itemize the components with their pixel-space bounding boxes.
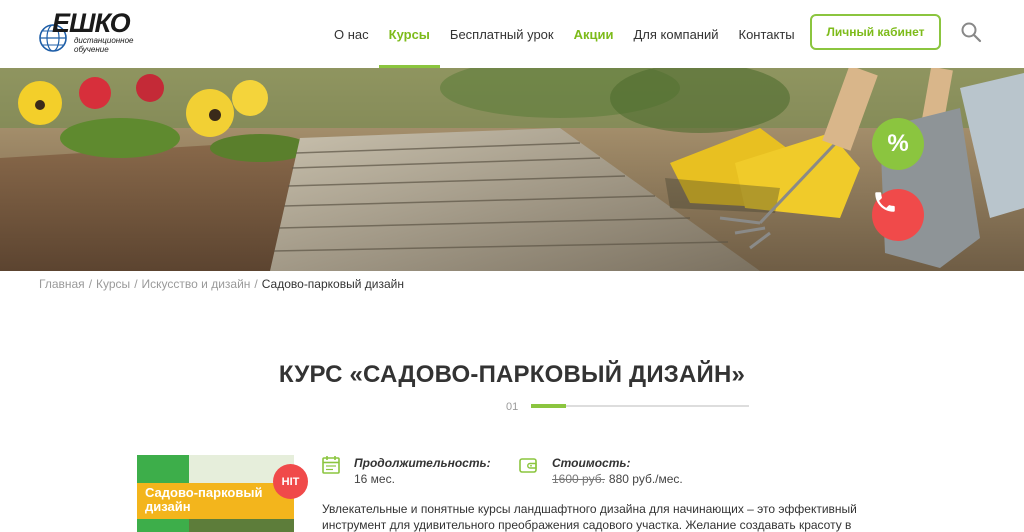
nav-item-free-lesson[interactable]: Бесплатный урок bbox=[440, 0, 564, 68]
phone-icon bbox=[875, 192, 895, 212]
price-old: 1600 руб. bbox=[552, 472, 605, 486]
callback-button[interactable] bbox=[872, 189, 924, 241]
slide-number: 01 bbox=[506, 401, 519, 413]
course-description: Увлекательные и понятные курсы ландшафтн… bbox=[322, 501, 882, 532]
breadcrumb: Главная / Курсы / Искусство и дизайн / Садово-… bbox=[39, 277, 404, 291]
hit-badge: HIT bbox=[273, 464, 308, 499]
slide-progress-fill bbox=[531, 404, 566, 408]
price-value: 1600 руб. 880 руб./мес. bbox=[552, 472, 683, 486]
course-title: КУРС «САДОВО-ПАРКОВЫЙ ДИЗАЙН» bbox=[278, 361, 746, 388]
description-line: Увлекательные и понятные курсы ландшафтн… bbox=[322, 502, 857, 516]
main-nav: О нас Курсы Бесплатный урок Акции Для ко… bbox=[324, 0, 805, 68]
discount-button[interactable]: % bbox=[872, 118, 924, 170]
nav-item-for-companies[interactable]: Для компаний bbox=[623, 0, 728, 68]
search-icon[interactable] bbox=[960, 21, 982, 43]
price-label: Стоимость: bbox=[552, 456, 631, 470]
cover-title: Садово-парковый дизайн bbox=[137, 483, 294, 519]
breadcrumb-separator: / bbox=[134, 277, 138, 291]
breadcrumb-current: Садово-парковый дизайн bbox=[261, 277, 404, 291]
breadcrumb-courses[interactable]: Курсы bbox=[96, 277, 130, 291]
logo-wordmark: ЕШКО bbox=[52, 8, 131, 38]
wallet-icon bbox=[519, 458, 537, 473]
duration-value: 16 мес. bbox=[354, 472, 395, 486]
hero-garden-image bbox=[0, 68, 1024, 271]
nav-item-about[interactable]: О нас bbox=[324, 0, 379, 68]
logo-subtitle-line2: обучение bbox=[74, 45, 109, 54]
calendar-icon bbox=[322, 456, 340, 474]
nav-item-courses[interactable]: Курсы bbox=[378, 0, 441, 68]
breadcrumb-home[interactable]: Главная bbox=[39, 277, 85, 291]
description-line: инструмент для удивительного преображени… bbox=[322, 518, 852, 532]
price-new: 880 руб./мес. bbox=[608, 472, 683, 486]
site-logo[interactable]: ЕШКО дистанционное обучение bbox=[38, 8, 148, 55]
cover-title-line1: Садово-парковый bbox=[145, 485, 263, 500]
logo-subtitle-line1: дистанционное bbox=[74, 36, 134, 45]
duration-label: Продолжительность: bbox=[354, 456, 491, 470]
site-header: ЕШКО дистанционное обучение О нас Курсы … bbox=[0, 0, 1024, 68]
slide-progress-track bbox=[531, 404, 749, 408]
course-book-cover[interactable]: Садово-парковый дизайн bbox=[137, 455, 294, 532]
hero-banner: % bbox=[0, 68, 1024, 271]
cover-photo bbox=[189, 519, 294, 532]
personal-cabinet-button[interactable]: Личный кабинет bbox=[810, 14, 941, 50]
nav-item-contacts[interactable]: Контакты bbox=[729, 0, 805, 68]
breadcrumb-category[interactable]: Искусство и дизайн bbox=[142, 277, 251, 291]
nav-item-promotions[interactable]: Акции bbox=[564, 0, 624, 68]
breadcrumb-separator: / bbox=[88, 277, 93, 291]
cover-title-line2: дизайн bbox=[145, 499, 191, 514]
breadcrumb-separator: / bbox=[254, 277, 258, 291]
